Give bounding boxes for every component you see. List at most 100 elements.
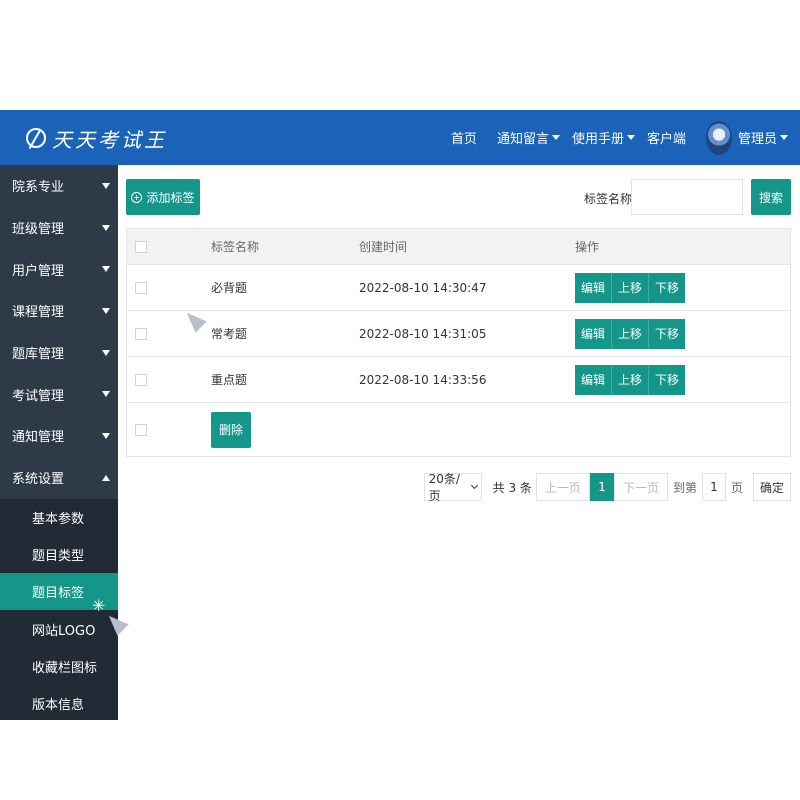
nav-notice-label: 通知留言 (496, 132, 549, 147)
prev-page-button[interactable]: 上一页 (535, 473, 590, 501)
sidebar-item-label: 课程管理 (12, 305, 65, 321)
sidebar-subitem-question-types[interactable]: 题目类型 (0, 536, 118, 573)
nav-home[interactable]: 首页 (451, 128, 477, 147)
move-up-button[interactable]: 上移 (611, 318, 649, 349)
footer-checkbox[interactable] (135, 423, 147, 436)
col-header-time: 创建时间 (359, 240, 408, 254)
sidebar-item-label: 题库管理 (12, 347, 65, 363)
triangle-down-icon (102, 432, 110, 439)
logo-text: 天天考试王 (52, 127, 167, 152)
row-check-cell (127, 373, 155, 386)
top-header: 天天考试王 首页 通知留言 使用手册 客户端 管理员 (0, 110, 800, 165)
chevron-down-icon (470, 481, 478, 490)
goto-confirm-button[interactable]: 确定 (752, 473, 791, 501)
move-up-button[interactable]: 上移 (611, 364, 649, 395)
sidebar-item-label: 用户管理 (12, 263, 65, 279)
move-down-button[interactable]: 下移 (648, 364, 686, 395)
row-actions: 编辑 上移 下移 (575, 272, 686, 303)
row-checkbox[interactable] (135, 373, 147, 386)
table-footer-row: 删除 (127, 403, 790, 456)
move-up-button[interactable]: 上移 (611, 272, 649, 303)
table-row: 必背题 2022-08-10 14:30:47 编辑 上移 下移 (127, 265, 790, 311)
current-page-button[interactable]: 1 (589, 473, 614, 501)
page-size-value: 20条/页 (428, 472, 460, 503)
row-actions: 编辑 上移 下移 (575, 318, 686, 349)
tag-name-cell: 必背题 (211, 281, 248, 295)
page-size-select[interactable]: 20条/页 (423, 472, 482, 503)
created-time-cell: 2022-08-10 14:30:47 (359, 280, 487, 295)
row-checkbox[interactable] (135, 327, 147, 340)
main-content: 添加标签 标签名称 搜索 标签名称 创建时间 操作 必背题 2022-08-10… (118, 165, 800, 720)
nav-manual[interactable]: 使用手册 (572, 128, 635, 147)
move-down-button[interactable]: 下移 (648, 272, 686, 303)
next-page-button[interactable]: 下一页 (613, 473, 668, 501)
table-header-row: 标签名称 创建时间 操作 (127, 229, 790, 265)
goto-page-input[interactable]: 1 (701, 473, 726, 501)
col-header-ops: 操作 (575, 240, 600, 254)
tag-name-cell: 常考题 (211, 327, 248, 341)
search-label: 标签名称 (584, 192, 633, 206)
sidebar-item-class[interactable]: 班级管理 (0, 207, 118, 249)
tags-table: 标签名称 创建时间 操作 必背题 2022-08-10 14:30:47 编辑 … (126, 228, 791, 457)
chevron-down-icon (780, 135, 788, 140)
sidebar-item-exams[interactable]: 考试管理 (0, 373, 118, 415)
edit-button[interactable]: 编辑 (575, 364, 612, 395)
triangle-down-icon (102, 224, 110, 231)
total-count: 共 3 条 (492, 480, 532, 495)
app-shell: 天天考试王 首页 通知留言 使用手册 客户端 管理员 院系专业 班级管理 用户管… (0, 110, 800, 720)
logo[interactable]: 天天考试王 (26, 122, 167, 154)
goto-suffix: 页 (730, 480, 743, 495)
sidebar-subitem-basic-params[interactable]: 基本参数 (0, 499, 118, 536)
nav-client[interactable]: 客户端 (647, 128, 686, 147)
sidebar-item-courses[interactable]: 课程管理 (0, 290, 118, 332)
goto-prefix: 到第 (672, 480, 697, 495)
pagination: 20条/页 共 3 条 上一页 1 下一页 到第 1 页 确定 (118, 472, 791, 503)
triangle-down-icon (102, 266, 110, 273)
row-check-cell (127, 327, 155, 340)
created-time-cell: 2022-08-10 14:33:56 (359, 372, 487, 387)
move-down-button[interactable]: 下移 (648, 318, 686, 349)
triangle-down-icon (102, 307, 110, 314)
row-checkbox[interactable] (135, 281, 147, 294)
sidebar-item-notices[interactable]: 通知管理 (0, 415, 118, 457)
logo-icon (26, 128, 46, 148)
nav-notice[interactable]: 通知留言 (497, 128, 560, 147)
tag-name-search-input[interactable] (631, 179, 743, 215)
ops-cell: 编辑 上移 下移 (575, 318, 790, 349)
delete-button[interactable]: 删除 (211, 411, 251, 448)
ops-cell: 编辑 上移 下移 (575, 272, 790, 303)
sidebar-item-users[interactable]: 用户管理 (0, 248, 118, 290)
table-row: 常考题 2022-08-10 14:31:05 编辑 上移 下移 (127, 311, 790, 357)
sidebar-item-question-bank[interactable]: 题库管理 (0, 332, 118, 374)
sidebar-subitem-site-logo[interactable]: 网站LOGO (0, 610, 118, 647)
triangle-down-icon (102, 391, 110, 398)
ops-cell: 编辑 上移 下移 (575, 364, 790, 395)
sidebar-item-department[interactable]: 院系专业 (0, 165, 118, 207)
triangle-down-icon (102, 182, 110, 189)
table-row: 重点题 2022-08-10 14:33:56 编辑 上移 下移 (127, 357, 790, 403)
sidebar-item-settings[interactable]: 系统设置 (0, 457, 118, 499)
edit-button[interactable]: 编辑 (575, 318, 612, 349)
sidebar-item-label: 考试管理 (12, 388, 65, 404)
sidebar-subitem-version[interactable]: 版本信息 (0, 685, 118, 720)
search-button[interactable]: 搜索 (751, 179, 791, 215)
top-nav: 首页 通知留言 使用手册 客户端 管理员 (451, 110, 788, 165)
user-menu[interactable]: 管理员 (705, 120, 788, 155)
add-tag-button[interactable]: 添加标签 (126, 179, 200, 215)
tag-name-cell: 重点题 (211, 373, 248, 387)
nav-manual-label: 使用手册 (571, 132, 624, 147)
sidebar: 院系专业 班级管理 用户管理 课程管理 题库管理 考试管理 通知管理 系统设置 (0, 165, 118, 720)
created-time-cell: 2022-08-10 14:31:05 (359, 326, 487, 341)
edit-button[interactable]: 编辑 (575, 272, 612, 303)
sidebar-subitem-favicon[interactable]: 收藏栏图标 (0, 648, 118, 685)
col-header-name: 标签名称 (211, 240, 260, 254)
sidebar-item-label: 院系专业 (12, 180, 65, 196)
click-burst-icon: ✳ (92, 596, 106, 615)
plus-circle-icon (131, 191, 143, 203)
add-tag-label: 添加标签 (146, 190, 195, 205)
triangle-up-icon (102, 474, 110, 481)
sidebar-item-label: 系统设置 (12, 472, 65, 488)
sidebar-item-label: 班级管理 (12, 222, 65, 238)
select-all-checkbox[interactable] (135, 240, 147, 253)
user-name: 管理员 (737, 132, 777, 147)
